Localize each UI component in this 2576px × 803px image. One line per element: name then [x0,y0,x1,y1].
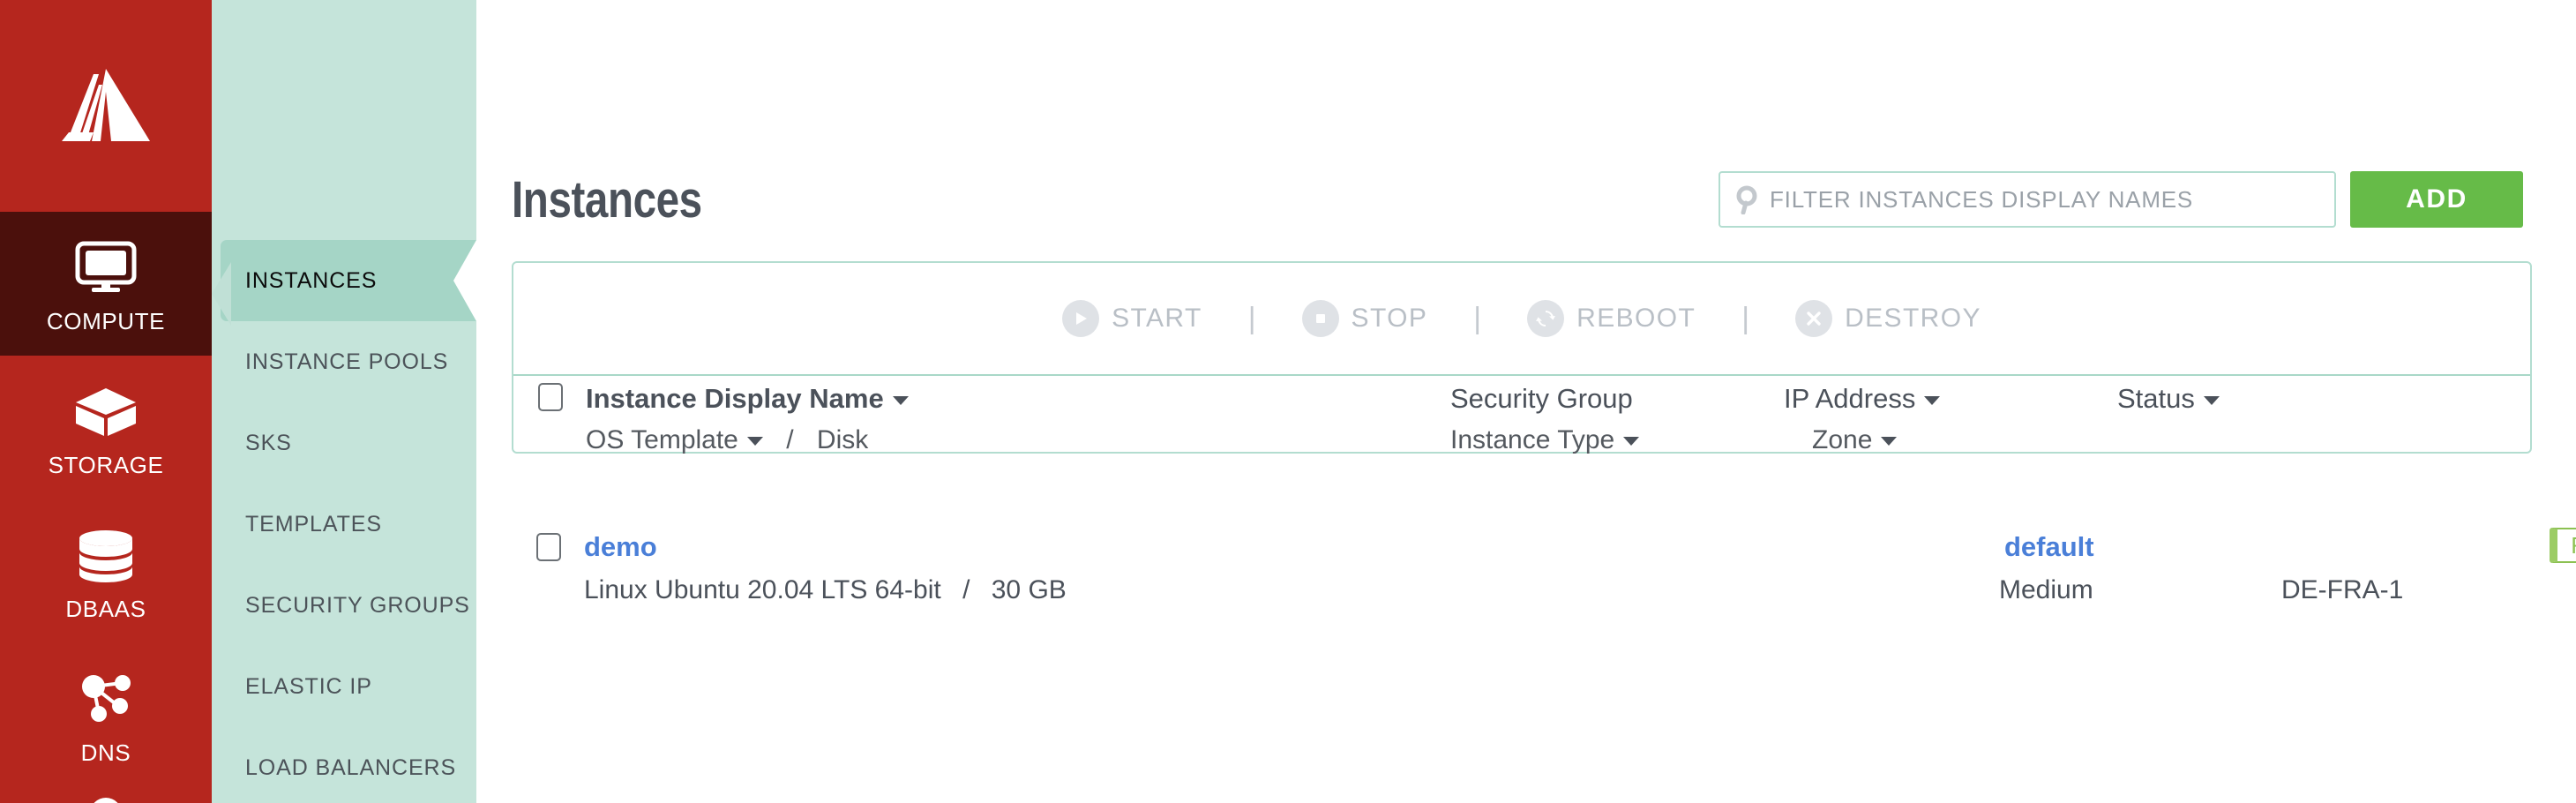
network-share-icon [74,664,138,727]
rail-item-label: DBAAS [65,596,146,622]
box-icon [74,376,138,439]
sidebar-item-instances[interactable]: INSTANCES [221,240,476,321]
sidebar-item-label: SKS [245,430,292,455]
toolbar-separator: | [1741,302,1750,335]
rail-item-dns[interactable]: DNS [0,643,212,787]
toolbar-action-label: REBOOT [1576,304,1696,333]
toolbar-action-label: START [1112,304,1202,333]
sidebar-item-label: INSTANCES [245,267,378,293]
toolbar-stop-button[interactable]: STOP [1301,300,1428,337]
primary-nav-rail: COMPUTE STORAGE DBAAS DNS [0,0,212,803]
toolbar-start-button[interactable]: START [1062,300,1202,337]
active-indicator-notch [453,240,476,321]
brand-logo[interactable] [0,0,212,212]
sidebar-item-security-groups[interactable]: SECURITY GROUPS [212,565,476,646]
column-header-security-group: Security Group [1450,383,1633,414]
toolbar-action-label: STOP [1351,304,1428,333]
chevron-down-icon [746,437,763,447]
row-separator: / [962,575,970,604]
sidebar-item-label: INSTANCE POOLS [245,349,449,374]
stop-square-icon [1301,300,1339,337]
rail-item-storage[interactable]: STORAGE [0,356,212,499]
sidebar-item-label: LOAD BALANCERS [245,754,457,780]
column-header-zone[interactable]: Zone [1812,425,1898,455]
chevron-down-icon [1881,437,1898,447]
play-icon [1062,300,1100,337]
exoscale-logo-icon [62,69,150,141]
instance-os-template: Linux Ubuntu 20.04 LTS 64-bit / 30 GB [584,575,1067,604]
sidebar-item-load-balancers[interactable]: LOAD BALANCERS [212,727,476,803]
security-group-link[interactable]: default [2004,531,2094,563]
toolbar-reboot-button[interactable]: REBOOT [1527,300,1696,337]
toolbar-separator: | [1247,302,1256,335]
chevron-down-icon [1623,437,1640,447]
sidebar-item-templates[interactable]: TEMPLATES [212,484,476,565]
column-header-os-template[interactable]: OS Template / Disk [586,425,868,455]
toolbar-separator: | [1473,302,1482,335]
column-header-instance-type[interactable]: Instance Type [1450,425,1640,455]
chevron-down-icon [1924,395,1941,405]
main-content: Instances ADD [476,0,2576,803]
sidebar-item-label: SECURITY GROUPS [245,592,470,618]
status-badge: RUNNING [2550,528,2576,563]
rail-item-dbaas[interactable]: DBAAS [0,499,212,643]
table-row: demo Linux Ubuntu 20.04 LTS 64-bit / 30 … [512,526,2576,623]
reboot-refresh-icon [1527,300,1565,337]
monitor-icon [74,232,138,296]
sidebar-item-sks[interactable]: SKS [212,402,476,484]
column-header-disk: Disk [816,425,869,454]
table-header: Instance Display Name OS Template / Disk… [513,376,2530,455]
secondary-sidebar: INSTANCES INSTANCE POOLS SKS TEMPLATES S… [212,0,476,803]
toolbar-destroy-button[interactable]: DESTROY [1795,300,1981,337]
instance-type-value: Medium [1999,575,2093,604]
rail-item-label: STORAGE [48,452,164,478]
instance-disk: 30 GB [991,575,1067,604]
app-root: COMPUTE STORAGE DBAAS DNS INSTANCES INST… [0,0,2576,803]
database-icon [74,520,138,583]
filter-search-box[interactable] [1719,171,2336,228]
select-all-checkbox[interactable] [538,383,563,411]
instances-panel: START | STOP | REBOOT | DESTROY Instance… [512,261,2532,454]
header-controls: ADD [1719,171,2523,228]
rail-item-label: DNS [80,739,131,766]
search-icon [1734,184,1764,214]
row-select-checkbox[interactable] [536,533,561,561]
column-header-status[interactable]: Status [2117,383,2220,415]
rail-item-compute[interactable]: COMPUTE [0,212,212,356]
partial-icon [94,798,118,803]
page-header: Instances ADD [512,163,2523,236]
sidebar-item-elastic-ip[interactable]: ELASTIC IP [212,646,476,727]
sidebar-item-instance-pools[interactable]: INSTANCE POOLS [212,321,476,402]
sidebar-item-label: ELASTIC IP [245,673,372,699]
search-input[interactable] [1770,185,2320,214]
chevron-down-icon [2203,395,2220,405]
instance-name-link[interactable]: demo [584,531,657,563]
bulk-actions-toolbar: START | STOP | REBOOT | DESTROY [513,263,2530,376]
column-header-ip-address[interactable]: IP Address [1784,383,1941,415]
add-button[interactable]: ADD [2350,171,2523,228]
sidebar-item-label: TEMPLATES [245,511,382,537]
destroy-x-icon [1795,300,1833,337]
column-header-instance-display-name[interactable]: Instance Display Name [586,383,909,415]
toolbar-action-label: DESTROY [1845,304,1981,333]
column-header-separator: / [786,425,794,454]
rail-item-next-partial[interactable] [0,787,212,803]
panel-frame: START | STOP | REBOOT | DESTROY Instance… [512,261,2532,454]
instance-zone: DE-FRA-1 [2281,575,2404,604]
rail-item-label: COMPUTE [46,308,166,334]
chevron-down-icon [892,395,909,405]
page-title: Instances [512,170,702,229]
